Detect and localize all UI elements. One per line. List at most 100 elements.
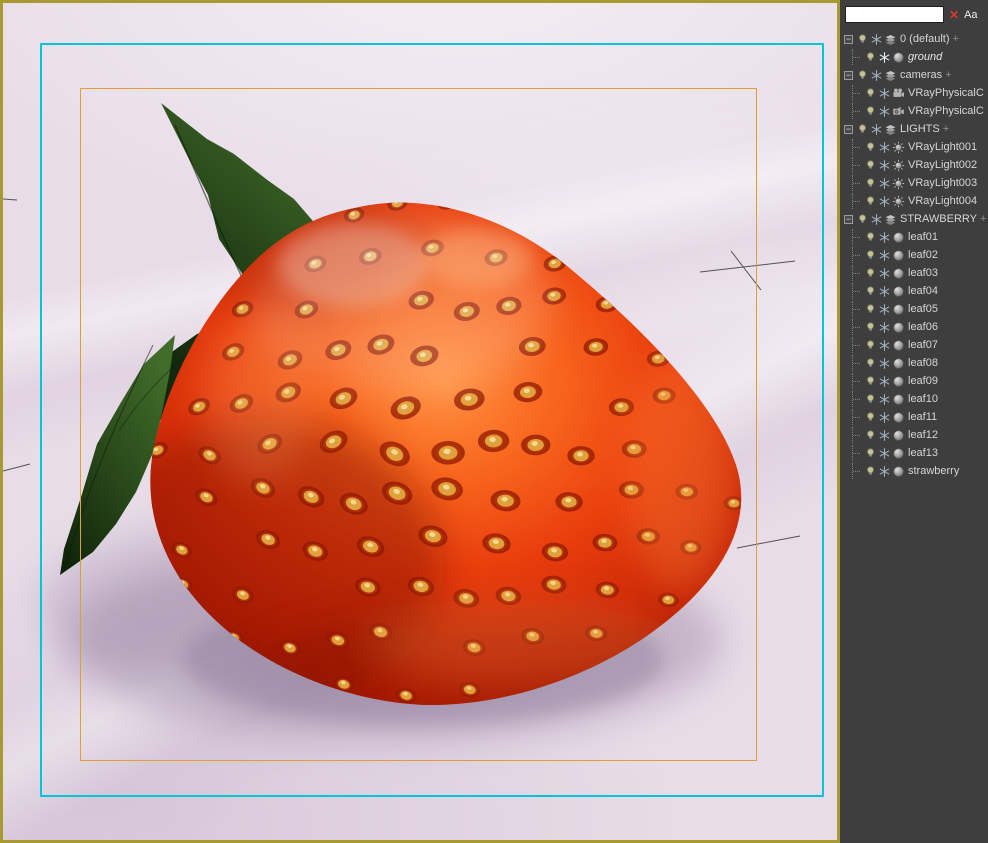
node-label[interactable]: leaf11 [908, 411, 937, 423]
node-label[interactable]: 0 (default) [900, 33, 950, 45]
node-label[interactable]: leaf08 [908, 357, 938, 369]
snowflake-icon[interactable] [878, 411, 891, 424]
node-label[interactable]: leaf07 [908, 339, 938, 351]
tree-row-leaf10[interactable]: leaf10 [840, 390, 988, 408]
node-label[interactable]: leaf05 [908, 303, 938, 315]
snowflake-icon[interactable] [878, 195, 891, 208]
snowflake-icon[interactable] [878, 141, 891, 154]
tree-row-leaf08[interactable]: leaf08 [840, 354, 988, 372]
node-label[interactable]: leaf01 [908, 231, 938, 243]
snowflake-icon[interactable] [878, 357, 891, 370]
lightbulb-icon[interactable] [856, 33, 869, 46]
lightbulb-icon[interactable] [864, 231, 877, 244]
lightbulb-icon[interactable] [864, 339, 877, 352]
lightbulb-icon[interactable] [864, 465, 877, 478]
snowflake-icon[interactable] [878, 447, 891, 460]
search-input[interactable] [845, 6, 944, 23]
node-label[interactable]: VRayLight003 [908, 177, 977, 189]
snowflake-icon[interactable] [878, 285, 891, 298]
lightbulb-icon[interactable] [864, 105, 877, 118]
node-label[interactable]: VRayLight004 [908, 195, 977, 207]
snowflake-icon[interactable] [878, 87, 891, 100]
node-label[interactable]: VRayPhysicalC [908, 105, 984, 117]
tree-row-leaf01[interactable]: leaf01 [840, 228, 988, 246]
snowflake-icon[interactable] [878, 177, 891, 190]
snowflake-icon[interactable] [878, 393, 891, 406]
lightbulb-icon[interactable] [864, 249, 877, 262]
node-label[interactable]: leaf06 [908, 321, 938, 333]
lightbulb-icon[interactable] [864, 357, 877, 370]
tree-row-vraylight003[interactable]: VRayLight003 [840, 174, 988, 192]
node-label[interactable]: STRAWBERRY [900, 213, 977, 225]
snowflake-icon[interactable] [878, 105, 891, 118]
clear-search-icon[interactable]: ✕ [949, 9, 959, 21]
tree-row-cameras[interactable]: − cameras + [840, 66, 988, 84]
lightbulb-icon[interactable] [864, 393, 877, 406]
node-label[interactable]: cameras [900, 69, 942, 81]
node-label[interactable]: VRayPhysicalC [908, 87, 984, 99]
node-label[interactable]: VRayLight001 [908, 141, 977, 153]
node-label[interactable]: strawberry [908, 465, 959, 477]
tree-row-vraylight004[interactable]: VRayLight004 [840, 192, 988, 210]
tree-row-vrayphysicalc[interactable]: VRayPhysicalC [840, 84, 988, 102]
snowflake-icon[interactable] [870, 213, 883, 226]
lightbulb-icon[interactable] [856, 123, 869, 136]
node-label[interactable]: leaf02 [908, 249, 938, 261]
lightbulb-icon[interactable] [864, 375, 877, 388]
tree-row-0-default[interactable]: − 0 (default) + [840, 30, 988, 48]
tree-row-lights[interactable]: − LIGHTS + [840, 120, 988, 138]
node-label[interactable]: leaf04 [908, 285, 938, 297]
node-label[interactable]: ground [908, 51, 942, 63]
node-label[interactable]: leaf09 [908, 375, 938, 387]
viewport[interactable] [3, 3, 837, 840]
tree-row-strawberry[interactable]: strawberry [840, 462, 988, 480]
tree-row-leaf13[interactable]: leaf13 [840, 444, 988, 462]
node-label[interactable]: leaf03 [908, 267, 938, 279]
tree-row-vraylight001[interactable]: VRayLight001 [840, 138, 988, 156]
snowflake-icon[interactable] [878, 159, 891, 172]
snowflake-icon[interactable] [870, 33, 883, 46]
tree-row-leaf04[interactable]: leaf04 [840, 282, 988, 300]
snowflake-icon[interactable] [878, 249, 891, 262]
tree-row-leaf02[interactable]: leaf02 [840, 246, 988, 264]
lightbulb-icon[interactable] [864, 429, 877, 442]
node-label[interactable]: leaf13 [908, 447, 938, 459]
tree-row-leaf07[interactable]: leaf07 [840, 336, 988, 354]
case-sensitive-toggle[interactable]: Aa [964, 9, 977, 21]
lightbulb-icon[interactable] [864, 51, 877, 64]
node-label[interactable]: leaf12 [908, 429, 938, 441]
lightbulb-icon[interactable] [864, 285, 877, 298]
node-label[interactable]: VRayLight002 [908, 159, 977, 171]
snowflake-icon[interactable] [878, 267, 891, 280]
tree-row-leaf12[interactable]: leaf12 [840, 426, 988, 444]
lightbulb-icon[interactable] [856, 69, 869, 82]
snowflake-icon[interactable] [878, 465, 891, 478]
lightbulb-icon[interactable] [864, 267, 877, 280]
tree-row-ground[interactable]: ground [840, 48, 988, 66]
collapse-toggle[interactable]: − [844, 70, 853, 80]
snowflake-icon[interactable] [878, 51, 891, 64]
lightbulb-icon[interactable] [864, 411, 877, 424]
node-label[interactable]: leaf10 [908, 393, 938, 405]
snowflake-icon[interactable] [878, 303, 891, 316]
node-label[interactable]: LIGHTS [900, 123, 940, 135]
lightbulb-icon[interactable] [864, 141, 877, 154]
lightbulb-icon[interactable] [864, 447, 877, 460]
snowflake-icon[interactable] [870, 69, 883, 82]
tree-row-leaf06[interactable]: leaf06 [840, 318, 988, 336]
snowflake-icon[interactable] [870, 123, 883, 136]
collapse-toggle[interactable]: − [844, 34, 853, 44]
snowflake-icon[interactable] [878, 339, 891, 352]
snowflake-icon[interactable] [878, 321, 891, 334]
tree-row-strawberry[interactable]: − STRAWBERRY + [840, 210, 988, 228]
lightbulb-icon[interactable] [856, 213, 869, 226]
snowflake-icon[interactable] [878, 375, 891, 388]
tree-row-leaf11[interactable]: leaf11 [840, 408, 988, 426]
snowflake-icon[interactable] [878, 231, 891, 244]
tree-row-leaf03[interactable]: leaf03 [840, 264, 988, 282]
collapse-toggle[interactable]: − [844, 124, 853, 134]
lightbulb-icon[interactable] [864, 177, 877, 190]
tree-row-leaf05[interactable]: leaf05 [840, 300, 988, 318]
tree-row-leaf09[interactable]: leaf09 [840, 372, 988, 390]
lightbulb-icon[interactable] [864, 321, 877, 334]
